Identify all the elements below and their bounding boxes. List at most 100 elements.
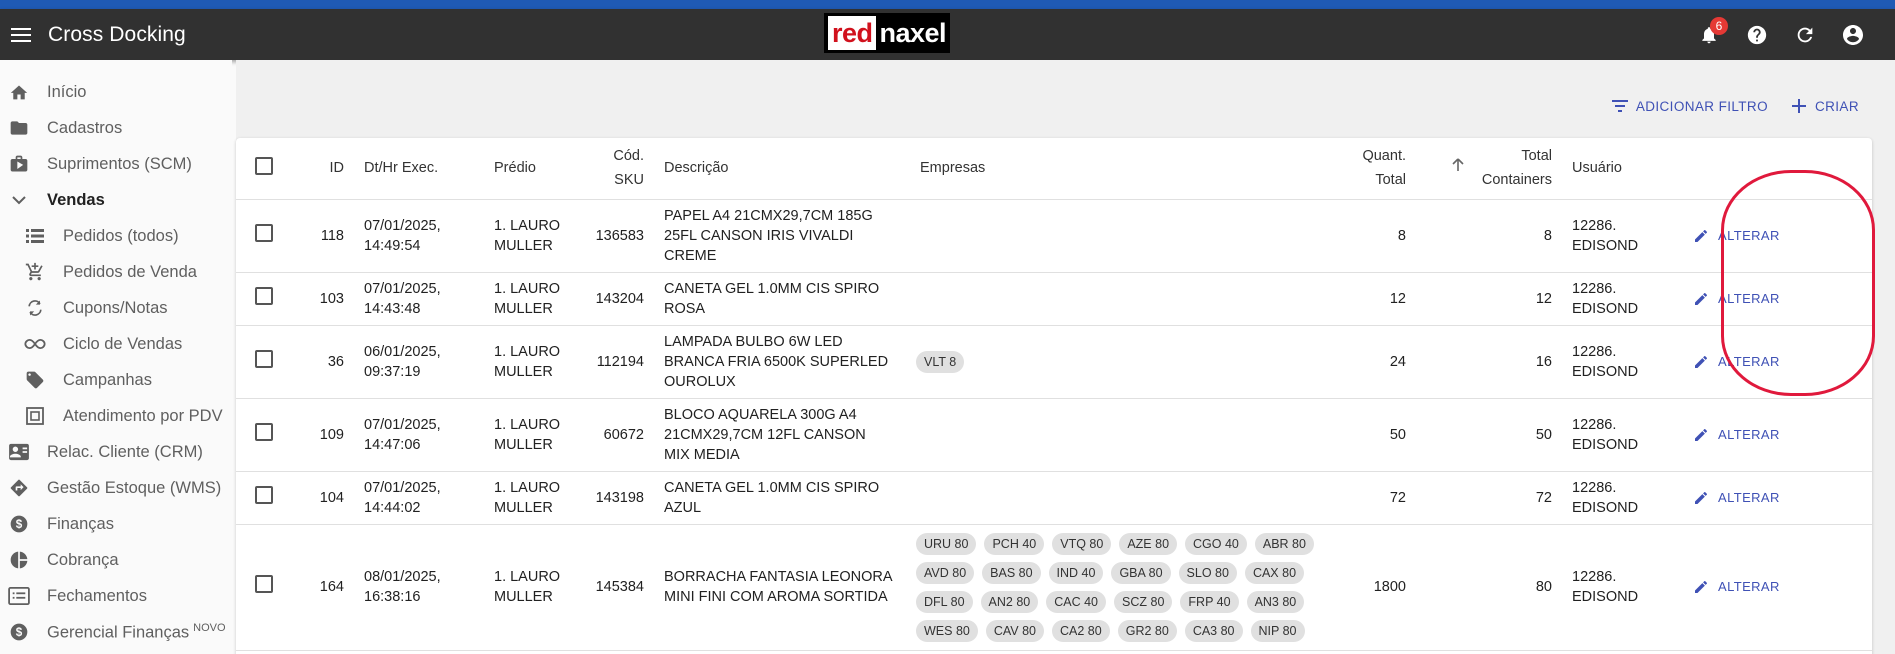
account-button[interactable]	[1829, 11, 1877, 59]
edit-button[interactable]: ALTERAR	[1692, 488, 1862, 508]
sidebar-item-pedidos-de-venda[interactable]: Pedidos de Venda	[0, 254, 232, 290]
sidebar-item-vendas[interactable]: Vendas	[0, 182, 232, 218]
sidebar-item-relac-cliente-crm[interactable]: Relac. Cliente (CRM)	[0, 434, 232, 470]
empresa-chip[interactable]: URU 80	[916, 532, 977, 555]
sidebar-item-label: Cadastros	[47, 118, 123, 137]
cell-empresas	[910, 398, 1346, 472]
sidebar-item-cobran-a[interactable]: Cobrança	[0, 542, 232, 578]
empresa-chip[interactable]: GR2 80	[1117, 619, 1177, 642]
edit-button[interactable]: ALTERAR	[1692, 577, 1862, 597]
table-row[interactable]: 103 07/01/2025, 14:43:48 1. LAURO MULLER 1432…	[236, 272, 1872, 326]
col-header-empresas[interactable]: Empresas	[910, 138, 1346, 200]
empresa-chip[interactable]: CAX 80	[1244, 561, 1305, 584]
empresa-chip[interactable]: CAV 80	[985, 619, 1045, 642]
create-button[interactable]: CRIAR	[1784, 93, 1865, 119]
empresa-chip[interactable]: VLT 8	[916, 350, 965, 373]
cell-sku: 60672	[582, 398, 654, 472]
empresa-chip[interactable]: AVD 80	[916, 561, 975, 584]
edit-button[interactable]: ALTERAR	[1692, 226, 1862, 246]
empresa-chip[interactable]: AN2 80	[980, 590, 1039, 613]
col-header-total-containers[interactable]: Total Containers	[1416, 138, 1562, 200]
sidebar-item-ciclo-de-vendas[interactable]: Ciclo de Vendas	[0, 326, 232, 362]
empresa-chip[interactable]: DFL 80	[916, 590, 973, 613]
col-header-id[interactable]: ID	[292, 138, 354, 200]
sidebar-item-in-cio[interactable]: Início	[0, 74, 232, 110]
empresa-chip[interactable]: VTQ 80	[1052, 532, 1112, 555]
row-checkbox[interactable]	[255, 575, 273, 593]
row-checkbox[interactable]	[255, 223, 273, 242]
app-title: Cross Docking	[48, 22, 186, 46]
row-checkbox[interactable]	[255, 349, 273, 368]
sidebar-item-label: Pedidos de Venda	[63, 262, 197, 281]
col-header-descricao[interactable]: Descrição	[654, 138, 910, 200]
edit-button[interactable]: ALTERAR	[1692, 352, 1862, 372]
col-header-usuario[interactable]: Usuário	[1562, 138, 1682, 200]
cell-predio: 1. LAURO MULLER	[484, 325, 582, 399]
col-header-quant-total[interactable]: Quant. Total	[1346, 138, 1416, 200]
sidebar-item-finan-as[interactable]: $ Finanças	[0, 506, 232, 542]
sidebar-item-pedidos-todos[interactable]: Pedidos (todos)	[0, 218, 232, 254]
table-row[interactable]: 109 07/01/2025, 14:47:06 1. LAURO MULLER 6067…	[236, 398, 1872, 472]
pie-chart-icon	[8, 549, 30, 571]
empresa-chip[interactable]: SLO 80	[1178, 561, 1237, 584]
col-header-predio[interactable]: Prédio	[484, 138, 582, 200]
cell-descricao: LAMPADA BULBO 6W LED BRANCA FRIA 6500K SU…	[654, 325, 910, 399]
row-checkbox[interactable]	[255, 286, 273, 305]
sidebar-item-cadastros[interactable]: Cadastros	[0, 110, 232, 146]
empresa-chip[interactable]: IND 40	[1048, 561, 1104, 584]
empresa-chip[interactable]: NIP 80	[1250, 619, 1305, 642]
empresa-chip[interactable]: BAS 80	[982, 561, 1041, 584]
sidebar-item-label: Ciclo de Vendas	[63, 334, 183, 353]
empresa-chip[interactable]: AZE 80	[1119, 532, 1178, 555]
empresa-chip[interactable]: FRP 40	[1180, 590, 1239, 613]
sidebar-item-gest-o-estoque-wms[interactable]: Gestão Estoque (WMS)	[0, 470, 232, 506]
empresa-chip[interactable]: PCH 40	[984, 532, 1045, 555]
sidebar-item-gerencial-finan-as[interactable]: $ Gerencial Finanças NOVO	[0, 614, 232, 650]
app-bar: Cross Docking red naxel 6	[0, 9, 1895, 60]
sidebar-item-cupons-notas[interactable]: Cupons/Notas	[0, 290, 232, 326]
select-all-checkbox[interactable]	[255, 157, 273, 176]
cell-total-containers: 8	[1416, 199, 1562, 273]
edit-button[interactable]: ALTERAR	[1692, 289, 1862, 309]
sidebar-item-fechamentos[interactable]: Fechamentos	[0, 578, 232, 614]
refresh-button[interactable]	[1781, 11, 1829, 59]
predio-line2: MULLER	[494, 499, 553, 516]
empresa-chip[interactable]: GBA 80	[1111, 561, 1171, 584]
sidebar-item-atendimento-por-pdv[interactable]: Atendimento por PDV	[0, 398, 232, 434]
table-row[interactable]: 118 07/01/2025, 14:49:54 1. LAURO MULLER 1365…	[236, 199, 1872, 273]
empresa-chip[interactable]: AN3 80	[1246, 590, 1305, 613]
predio-line2: MULLER	[494, 237, 553, 254]
sidebar-item-label: Cobrança	[47, 550, 119, 569]
cell-empresas: URU 80 PCH 40 VTQ 80 AZE 80 CGO 40 ABR 80 AVD …	[910, 524, 1346, 651]
cell-sku: 143204	[582, 272, 654, 326]
row-checkbox[interactable]	[255, 422, 273, 441]
menu-icon[interactable]	[10, 24, 32, 46]
descricao-line3: CREME	[664, 247, 717, 264]
empresa-chip[interactable]: CGO 40	[1185, 532, 1247, 555]
usuario-line1: 12286.	[1572, 343, 1617, 360]
table-row[interactable]: 104 07/01/2025, 14:44:02 1. LAURO MULLER 1431…	[236, 471, 1872, 525]
edit-button[interactable]: ALTERAR	[1692, 425, 1862, 445]
usuario-line1: 12286.	[1572, 217, 1617, 234]
sidebar-item-campanhas[interactable]: Campanhas	[0, 362, 232, 398]
empresa-chip[interactable]: CAC 40	[1046, 590, 1107, 613]
empresa-chip[interactable]: WES 80	[916, 619, 978, 642]
help-button[interactable]	[1733, 11, 1781, 59]
add-filter-button[interactable]: ADICIONAR FILTRO	[1605, 93, 1774, 119]
cell-id: 164	[292, 524, 354, 651]
cell-usuario: 12286. EDISOND	[1562, 398, 1682, 472]
empresa-chip[interactable]: SCZ 80	[1114, 590, 1173, 613]
empresa-chip[interactable]: ABR 80	[1254, 532, 1314, 555]
edit-label: ALTERAR	[1718, 579, 1780, 594]
row-checkbox[interactable]	[255, 485, 273, 504]
col-header-sku[interactable]: Cód. SKU	[582, 138, 654, 200]
col-header-dt[interactable]: Dt/Hr Exec.	[354, 138, 484, 200]
usuario-line1: 12286.	[1572, 280, 1617, 297]
empresa-chip[interactable]: CA3 80	[1184, 619, 1243, 642]
tag-icon	[24, 369, 46, 391]
table-row[interactable]: 36 06/01/2025, 09:37:19 1. LAURO MULLER 11219…	[236, 325, 1872, 399]
notifications-button[interactable]: 6	[1685, 11, 1733, 59]
table-row[interactable]: 164 08/01/2025, 16:38:16 1. LAURO MULLER 1453…	[236, 524, 1872, 651]
sidebar-item-suprimentos-scm[interactable]: Suprimentos (SCM)	[0, 146, 232, 182]
empresa-chip[interactable]: CA2 80	[1052, 619, 1110, 642]
